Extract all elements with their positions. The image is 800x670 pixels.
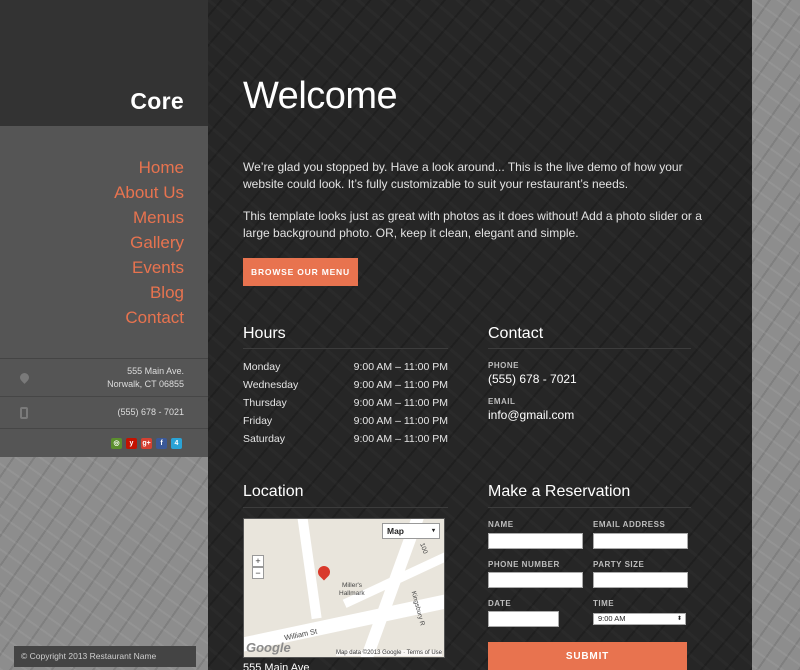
hours-row: Saturday 9:00 AM – 11:00 PM	[243, 433, 448, 445]
chevron-down-icon: ⬍	[676, 616, 682, 622]
hours-time: 9:00 AM – 11:00 PM	[353, 433, 448, 445]
street-label: 100	[418, 542, 429, 555]
contact-phone[interactable]: (555) 678 - 7021	[488, 372, 577, 386]
address-line-2: Norwalk, CT 06855	[107, 378, 184, 389]
nav-gallery[interactable]: Gallery	[0, 230, 208, 255]
submit-reservation-button[interactable]: SUBMIT	[488, 642, 687, 670]
browse-menu-button[interactable]: BROWSE OUR MENU	[243, 258, 358, 286]
phone-icon	[20, 406, 28, 419]
sidebar-address: 555 Main Ave. Norwalk, CT 06855	[0, 359, 208, 397]
social-links: ◎ y g+ f 4	[0, 429, 208, 457]
intro-paragraph-2: This template looks just as great with p…	[243, 209, 702, 240]
nav-home[interactable]: Home	[0, 155, 208, 180]
hours-time: 9:00 AM – 11:00 PM	[353, 397, 448, 409]
hours-row: Wednesday 9:00 AM – 11:00 PM	[243, 379, 448, 391]
phone-field[interactable]	[488, 572, 583, 588]
name-label: NAME	[488, 520, 514, 529]
copyright: © Copyright 2013 Restaurant Name	[14, 646, 196, 667]
hours-day: Thursday	[243, 397, 287, 409]
reservation-divider	[488, 507, 691, 508]
main-nav: Home About Us Menus Gallery Events Blog …	[0, 126, 208, 358]
phone-number-label: PHONE NUMBER	[488, 560, 560, 569]
nav-blog[interactable]: Blog	[0, 280, 208, 305]
contact-email[interactable]: info@gmail.com	[488, 408, 574, 422]
location-pin-icon	[18, 371, 31, 384]
map-type-label: Map	[387, 526, 404, 536]
contact-title: Contact	[488, 325, 544, 342]
main-content: Welcome We’re glad you stopped by. Have …	[208, 0, 752, 670]
location-map[interactable]: + − Map ▾ Miller's Hallmark William St Ki…	[243, 518, 445, 658]
party-size-label: PARTY SIZE	[593, 560, 645, 569]
hours-row: Monday 9:00 AM – 11:00 PM	[243, 361, 448, 373]
google-plus-icon[interactable]: g+	[141, 437, 152, 449]
time-select-value: 9:00 AM	[598, 614, 626, 623]
hours-row: Friday 9:00 AM – 11:00 PM	[243, 415, 448, 427]
intro-paragraph-1: We’re glad you stopped by. Have a look a…	[243, 160, 683, 191]
map-place-label: Miller's	[342, 582, 363, 589]
nav-menus[interactable]: Menus	[0, 205, 208, 230]
phone-label: PHONE	[488, 361, 519, 370]
nav-about-us[interactable]: About Us	[0, 180, 208, 205]
hours-time: 9:00 AM – 11:00 PM	[353, 361, 448, 373]
zoom-out-button[interactable]: −	[252, 567, 264, 579]
zoom-in-button[interactable]: +	[252, 555, 264, 567]
time-label: TIME	[593, 599, 615, 608]
nav-events[interactable]: Events	[0, 255, 208, 280]
phone-text: (555) 678 - 7021	[117, 407, 184, 417]
hours-day: Monday	[243, 361, 281, 373]
brand-block: Core	[0, 0, 208, 126]
map-attribution[interactable]: Map data ©2013 Google · Terms of Use	[335, 650, 442, 656]
nav-contact[interactable]: Contact	[0, 305, 208, 330]
hours-day: Wednesday	[243, 379, 299, 391]
location-title: Location	[243, 483, 304, 500]
sidebar: Core Home About Us Menus Gallery Events …	[0, 0, 208, 670]
hours-day: Friday	[243, 415, 273, 427]
page-title: Welcome	[243, 75, 398, 117]
contact-divider	[488, 348, 691, 349]
sidebar-phone: (555) 678 - 7021	[0, 397, 208, 429]
email-address-label: EMAIL ADDRESS	[593, 520, 666, 529]
map-type-select[interactable]: Map ▾	[382, 523, 440, 539]
facebook-icon[interactable]: f	[156, 437, 167, 449]
party-size-field[interactable]	[593, 572, 688, 588]
map-marker-icon[interactable]	[315, 563, 333, 581]
date-label: DATE	[488, 599, 512, 608]
hours-time: 9:00 AM – 11:00 PM	[353, 415, 448, 427]
foursquare-icon[interactable]: 4	[171, 437, 182, 449]
tripadvisor-icon[interactable]: ◎	[111, 437, 122, 449]
name-field[interactable]	[488, 533, 583, 549]
hours-time: 9:00 AM – 11:00 PM	[353, 379, 448, 391]
hours-day: Saturday	[243, 433, 286, 445]
address-line-1: 555 Main Ave.	[127, 365, 184, 376]
hours-row: Thursday 9:00 AM – 11:00 PM	[243, 397, 448, 409]
map-place-label: Hallmark	[339, 590, 365, 597]
chevron-down-icon: ▾	[431, 528, 435, 534]
location-divider	[243, 507, 448, 508]
time-select[interactable]: 9:00 AM ⬍	[593, 613, 686, 625]
site-logo[interactable]: Core	[130, 88, 184, 115]
yelp-icon[interactable]: y	[126, 437, 137, 449]
sidebar-info: 555 Main Ave. Norwalk, CT 06855 (555) 67…	[0, 358, 208, 429]
reservation-title: Make a Reservation	[488, 483, 631, 500]
date-field[interactable]	[488, 611, 559, 627]
address-text: 555 Main Ave. Norwalk, CT 06855	[107, 365, 184, 391]
email-field[interactable]	[593, 533, 688, 549]
hours-divider	[243, 348, 448, 349]
email-label: EMAIL	[488, 397, 516, 406]
google-logo: Google	[246, 640, 291, 655]
hours-title: Hours	[243, 325, 286, 342]
location-address: 555 Main Ave	[243, 662, 310, 670]
